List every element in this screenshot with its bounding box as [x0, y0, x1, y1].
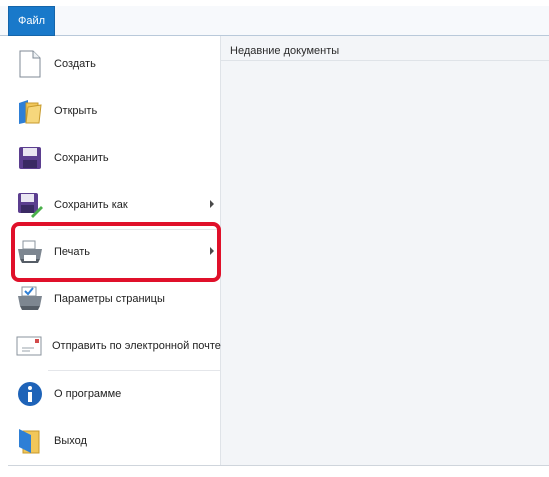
menu-item-label: О программе — [54, 387, 122, 400]
ribbon-bar — [0, 6, 549, 36]
menu-item-label: Создать — [54, 57, 96, 70]
menu-item-save-as[interactable]: Сохранить как — [8, 181, 220, 228]
menu-item-open[interactable]: Открыть — [8, 87, 220, 134]
recent-documents-title: Недавние документы — [230, 45, 340, 57]
menu-item-label: Открыть — [54, 104, 98, 117]
file-menu-panel: Создать Открыть Сохранить Сохранить как … — [8, 36, 221, 465]
submenu-arrow-icon — [210, 200, 214, 208]
info-icon — [16, 380, 44, 408]
open-folder-icon — [16, 97, 44, 125]
email-envelope-icon — [16, 332, 42, 360]
menu-item-label: Сохранить как — [54, 198, 128, 211]
menu-item-new[interactable]: Создать — [8, 40, 220, 87]
menu-item-print[interactable]: Печать — [8, 228, 220, 275]
save-as-icon — [16, 191, 44, 219]
menu-item-label: Печать — [54, 245, 91, 258]
menu-item-save[interactable]: Сохранить — [8, 134, 220, 181]
page-setup-icon — [16, 285, 44, 313]
save-floppy-icon — [16, 144, 44, 172]
printer-icon — [16, 238, 44, 266]
exit-icon — [16, 427, 44, 455]
menu-item-page-setup[interactable]: Параметры страницы — [8, 275, 220, 322]
menu-item-exit[interactable]: Выход — [8, 417, 220, 464]
menu-item-label: Параметры страницы — [54, 292, 165, 305]
submenu-arrow-icon — [210, 247, 214, 255]
file-tab[interactable]: Файл — [8, 6, 55, 36]
recent-documents-panel: Недавние документы — [221, 36, 549, 465]
menu-item-send-email[interactable]: Отправить по электронной почте — [8, 322, 221, 369]
new-document-icon — [16, 50, 44, 78]
menu-item-label: Сохранить — [54, 151, 109, 164]
menu-item-about[interactable]: О программе — [8, 370, 220, 417]
menu-item-label: Выход — [54, 434, 87, 447]
window-bottom-border — [8, 465, 549, 466]
menu-item-label: Отправить по электронной почте — [52, 339, 221, 352]
recent-documents-divider — [221, 60, 549, 61]
